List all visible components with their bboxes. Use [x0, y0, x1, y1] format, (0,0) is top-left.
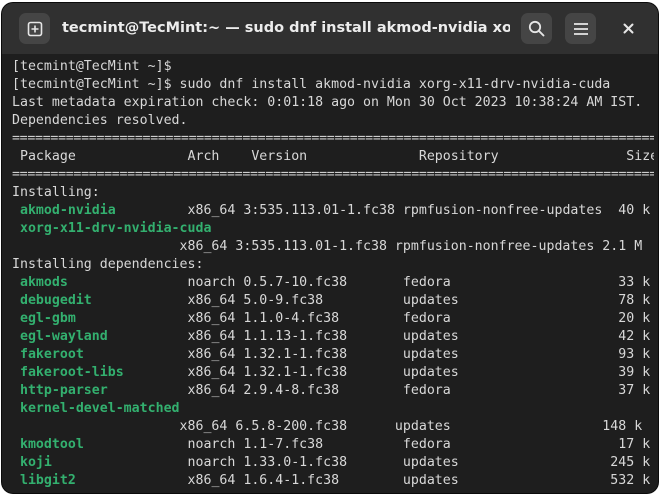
package-name: http-parser — [12, 383, 108, 398]
package-name: egl-gbm — [12, 311, 76, 326]
terminal-line: Dependencies resolved. — [12, 113, 188, 128]
package-row: libgit2 x86_64 1.6.4-1.fc38 updates 532 … — [12, 472, 654, 490]
package-row: xorg-x11-drv-nvidia-cuda — [12, 220, 654, 238]
window-title: tecmint@TecMint:~ — sudo dnf install akm… — [62, 20, 510, 36]
package-row: akmod-nvidia x86_64 3:535.113.01-1.fc38 … — [12, 202, 654, 220]
package-name: koji — [12, 455, 52, 470]
package-details: noarch 0.5.7-10.fc38 fedora 33 k — [67, 275, 651, 290]
package-row: debugedit x86_64 5.0-9.fc38 updates 78 k — [12, 292, 654, 310]
package-row: kernel-devel-matched — [12, 400, 654, 418]
main-menu-button[interactable] — [565, 13, 596, 44]
terminal-line: [tecmint@TecMint ~]$ sudo dnf install ak… — [12, 77, 611, 92]
terminal-line: Installing: — [12, 185, 100, 200]
close-button[interactable] — [613, 13, 643, 44]
package-row: egl-wayland x86_64 1.1.13-1.fc38 updates… — [12, 328, 654, 346]
package-name: kernel-devel-matched — [12, 401, 180, 416]
package-name: debugedit — [12, 293, 92, 308]
package-name: akmod-nvidia — [12, 203, 116, 218]
package-details: x86_64 1.1.0-4.fc38 fedora 20 k — [75, 311, 651, 326]
package-name: xorg-x11-drv-nvidia-cuda — [12, 221, 212, 236]
package-name: akmods — [12, 275, 68, 290]
terminal-window: tecmint@TecMint:~ — sudo dnf install akm… — [2, 3, 658, 493]
new-tab-icon — [27, 21, 42, 36]
package-row: egl-gbm x86_64 1.1.0-4.fc38 fedora 20 k — [12, 310, 654, 328]
new-tab-button[interactable] — [19, 13, 50, 44]
package-row: fakeroot-libs x86_64 1.32.1-1.fc38 updat… — [12, 364, 654, 382]
terminal-line: x86_64 6.5.8-200.fc38 updates 148 k — [12, 419, 643, 434]
package-row: akmods noarch 0.5.7-10.fc38 fedora 33 k — [12, 274, 654, 292]
package-name: fakeroot — [12, 347, 84, 362]
separator-line: ========================================… — [12, 167, 654, 182]
package-name: libgit2 — [12, 473, 76, 488]
package-details: x86_64 1.6.4-1.fc38 updates 532 k — [75, 473, 651, 488]
terminal-line: x86_64 3:535.113.01-1.fc38 rpmfusion-non… — [12, 239, 643, 254]
package-details: x86_64 1.1.13-1.fc38 updates 42 k — [107, 329, 651, 344]
package-row: fakeroot x86_64 1.32.1-1.fc38 updates 93… — [12, 346, 654, 364]
package-details: x86_64 2.9.4-8.fc38 fedora 37 k — [107, 383, 651, 398]
search-button[interactable] — [521, 13, 552, 44]
package-details: x86_64 1.32.1-1.fc38 updates 39 k — [123, 365, 651, 380]
separator-line: ========================================… — [12, 131, 654, 146]
terminal-output[interactable]: [tecmint@TecMint ~]$ [tecmint@TecMint ~]$… — [12, 58, 654, 493]
package-row: koji noarch 1.33.0-1.fc38 updates 245 k — [12, 454, 654, 472]
package-row: kmodtool noarch 1.1-7.fc38 fedora 17 k — [12, 436, 654, 454]
package-row: http-parser x86_64 2.9.4-8.fc38 fedora 3… — [12, 382, 654, 400]
package-details: noarch 1.1-7.fc38 fedora 17 k — [83, 437, 651, 452]
terminal-line: Last metadata expiration check: 0:01:18 … — [12, 95, 643, 110]
package-details: x86_64 5.0-9.fc38 updates 78 k — [91, 293, 651, 308]
package-details: x86_64 1.32.1-1.fc38 updates 93 k — [83, 347, 651, 362]
terminal-line: Installing dependencies: — [12, 257, 204, 272]
terminal-line: [tecmint@TecMint ~]$ — [12, 59, 172, 74]
package-details: x86_64 3:535.113.01-1.fc38 rpmfusion-non… — [115, 203, 651, 218]
package-details: noarch 1.33.0-1.fc38 updates 245 k — [51, 455, 651, 470]
hamburger-menu-icon — [573, 22, 588, 35]
package-name: kmodtool — [12, 437, 84, 452]
package-name: egl-wayland — [12, 329, 108, 344]
search-icon — [528, 20, 545, 37]
close-icon — [623, 23, 633, 34]
title-bar: tecmint@TecMint:~ — sudo dnf install akm… — [2, 3, 658, 54]
package-name: fakeroot-libs — [12, 365, 124, 380]
terminal-line: Package Arch Version Repository Size — [12, 149, 654, 164]
